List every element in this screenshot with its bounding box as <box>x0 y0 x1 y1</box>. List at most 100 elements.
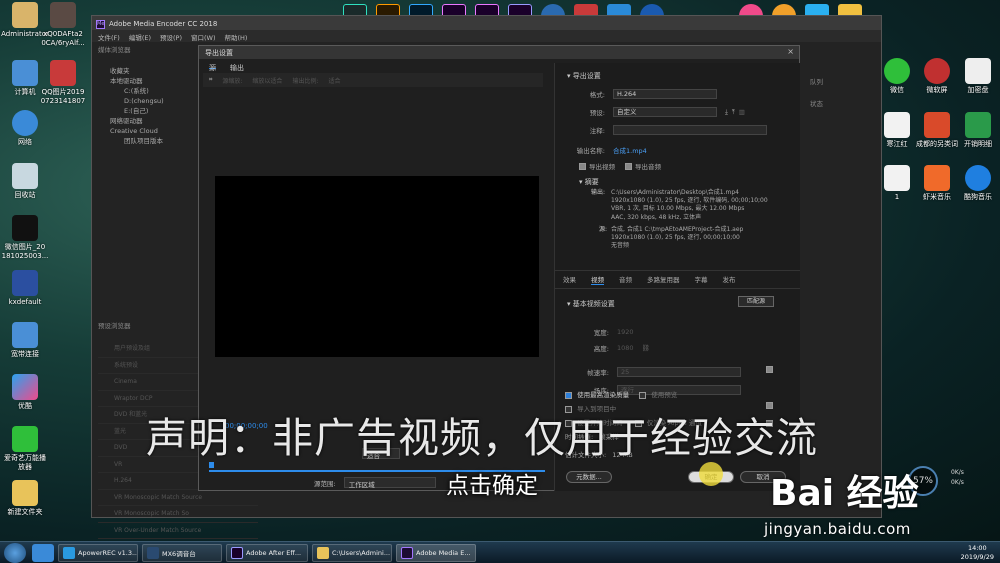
use-preview-checkbox[interactable] <box>639 391 647 399</box>
desktop-icon-wechat-image[interactable]: 微信图片_20 181025003... <box>0 215 50 261</box>
desktop-icon-image-file[interactable]: xQ0DAFta2 0CA/6ryAlf... <box>38 2 88 48</box>
queue-panel-header[interactable]: 队列 <box>804 74 829 88</box>
tab-publish[interactable]: 发布 <box>723 274 736 285</box>
height-value[interactable]: 1080 <box>617 344 634 352</box>
max-render-checkbox[interactable] <box>565 391 572 399</box>
document-icon <box>884 165 910 191</box>
baidu-jingyan-watermark: Bai 经验 jingyan.baidu.com <box>764 462 985 542</box>
tab-captions[interactable]: 字幕 <box>695 274 708 285</box>
summary-output: 输出: C:\Users\Administrator\Desktop\合成1.m… <box>555 189 800 222</box>
taskbar-item-apowerrec[interactable]: ApowerREC v1.3... <box>58 543 138 562</box>
summary-line: VBR, 1 次, 目标 10.00 Mbps, 最大 12.00 Mbps <box>611 205 745 213</box>
desktop-icon-youku[interactable]: 优酷 <box>0 374 50 411</box>
media-encoder-logo-icon: Me <box>96 19 105 29</box>
summary-line: 1920x1080 (1.0), 25 fps, 逐行, 00;00;10;00 <box>611 234 740 242</box>
dialog-titlebar: 导出设置 × <box>199 46 799 59</box>
image-thumbnail-icon <box>50 2 76 28</box>
basic-video-label: 基本视频设置 <box>572 300 615 309</box>
desktop-icon-kxdefault[interactable]: kxdefault <box>0 270 50 307</box>
preset-row[interactable]: VR Monoscopic Match Source <box>98 490 258 506</box>
qr-code-icon <box>965 58 991 84</box>
width-match-checkbox[interactable] <box>766 366 773 373</box>
desktop-icon-spreadsheet[interactable]: 开销明细 <box>953 112 1000 149</box>
taskbar-clock[interactable]: 14:00 2019/9/29 <box>961 544 994 562</box>
export-video-label: 导出视频 <box>589 163 615 171</box>
taskbar-item-label: ApowerREC v1.3... <box>78 548 138 557</box>
tab-source[interactable]: 源 <box>209 63 216 72</box>
taskbar-item-explorer[interactable]: C:\Users\Admini... <box>312 543 392 562</box>
output-scale-value[interactable]: 适合 <box>328 76 340 85</box>
output-name-link[interactable]: 合成1.mp4 <box>613 145 647 155</box>
desktop-icon-broadband[interactable]: 宽带连接 <box>0 322 50 359</box>
comment-input[interactable] <box>613 125 767 135</box>
tab-audio[interactable]: 音频 <box>619 274 632 285</box>
output-name-row: 输出名称: 合成1.mp4 <box>555 143 800 157</box>
summary-source-label: 源: <box>598 225 607 233</box>
desktop-icon-iqiyi-player[interactable]: 爱奇艺万能播 放器 <box>0 426 50 472</box>
desktop-icon-kugou[interactable]: 酷狗音乐 <box>953 165 1000 202</box>
desktop-icon-recycle-bin[interactable]: 回收站 <box>0 163 50 200</box>
source-scale-value[interactable]: 缩放以适合 <box>252 76 282 85</box>
preset-browser-header[interactable]: 预设浏览器 <box>92 318 137 332</box>
caption-overlay: 点击确定 <box>446 473 538 499</box>
taskbar-item-after-effects[interactable]: Adobe After Eff... <box>226 543 308 562</box>
tab-multiplexer[interactable]: 多路复用器 <box>647 274 680 285</box>
width-row: 宽度: 1920 <box>555 325 800 339</box>
menu-help[interactable]: 帮助(H) <box>225 32 248 42</box>
crop-icon[interactable]: ⌗ <box>209 76 212 84</box>
desktop-icon-new-folder[interactable]: 新建文件夹 <box>0 480 50 517</box>
taskbar-app-icon[interactable] <box>32 543 54 562</box>
ame-window-title: Adobe Media Encoder CC 2018 <box>109 20 218 28</box>
ame-menubar: 文件(F) 编辑(E) 预设(P) 窗口(W) 帮助(H) <box>92 30 881 42</box>
desktop-icon-qr[interactable]: 加密盘 <box>953 58 1000 95</box>
export-audio-label: 导出音频 <box>635 163 661 171</box>
width-value[interactable]: 1920 <box>617 328 634 336</box>
link-chain-icon[interactable]: ⛓ <box>642 344 650 352</box>
match-source-button[interactable]: 匹配源 <box>738 296 774 307</box>
format-row: 格式: H.264 <box>555 87 800 101</box>
menu-edit[interactable]: 编辑(E) <box>129 32 151 42</box>
comment-row: 注释: <box>555 123 800 137</box>
record-icon <box>924 58 950 84</box>
import-preset-icon[interactable]: ⤒ <box>732 108 735 117</box>
export-video-checkbox[interactable] <box>579 162 586 170</box>
ame-titlebar: Me Adobe Media Encoder CC 2018 <box>92 16 881 30</box>
fps-select[interactable]: 25 <box>617 367 741 378</box>
source-range-row: 源范围: 工作区域 <box>314 477 436 489</box>
menu-file[interactable]: 文件(F) <box>98 32 120 42</box>
preset-select[interactable]: 自定义 <box>613 107 717 117</box>
dialog-title: 导出设置 <box>205 49 233 57</box>
desktop-icon-qq-image[interactable]: QQ图片2019 0723141807 <box>38 60 88 106</box>
tab-output[interactable]: 输出 <box>230 63 244 72</box>
metadata-button[interactable]: 元数据... <box>566 471 612 483</box>
image-thumbnail-icon <box>50 60 76 86</box>
apowerrec-icon <box>63 546 75 559</box>
menu-preset[interactable]: 预设(P) <box>160 32 182 42</box>
taskbar-item-media-encoder[interactable]: Adobe Media E... <box>396 543 476 562</box>
export-audio-checkbox[interactable] <box>625 162 632 170</box>
disclaimer-overlay: 声明：非广告视频，仅用于经验交流 <box>146 414 818 462</box>
tab-effects[interactable]: 效果 <box>563 274 576 285</box>
close-icon[interactable]: × <box>787 47 794 56</box>
desktop-icon-network[interactable]: 网络 <box>0 110 50 147</box>
start-button-icon[interactable] <box>4 542 26 563</box>
summary-line: AAC, 320 kbps, 48 kHz, 立体声 <box>611 213 702 221</box>
summary-output-lines: C:\Users\Administrator\Desktop\合成1.mp4 1… <box>611 189 768 222</box>
preset-label: 预设: <box>589 109 605 117</box>
taskbar-item-mx6[interactable]: MX6调音台 <box>142 543 222 562</box>
menu-window[interactable]: 窗口(W) <box>191 32 216 42</box>
export-settings-section[interactable]: ▾ 导出设置 <box>555 69 800 83</box>
user-folder-icon <box>12 2 38 28</box>
max-render-row: 使用最高渲染质量 使用预览 <box>565 389 795 403</box>
tab-video[interactable]: 视频 <box>591 274 604 286</box>
format-select[interactable]: H.264 <box>613 89 717 99</box>
delete-preset-icon[interactable]: ▥ <box>739 108 745 116</box>
save-preset-icon[interactable]: ⤓ <box>725 108 728 117</box>
summary-section[interactable]: ▾ 摘要 <box>555 175 800 189</box>
source-range-select[interactable]: 工作区域 <box>343 477 436 489</box>
source-toolbar: ⌗ 源缩放: 缩放以适合 输出比例: 适合 <box>203 73 543 87</box>
preset-row[interactable]: VR Over-Under Match Source <box>98 523 258 539</box>
preset-row[interactable]: VR Monoscopic Match So <box>98 506 258 523</box>
summary-source-lines: 合成, 合成1 C:\tmpAEtoAMEProject-合成1.aep 192… <box>611 226 743 251</box>
format-label: 格式: <box>589 91 605 99</box>
